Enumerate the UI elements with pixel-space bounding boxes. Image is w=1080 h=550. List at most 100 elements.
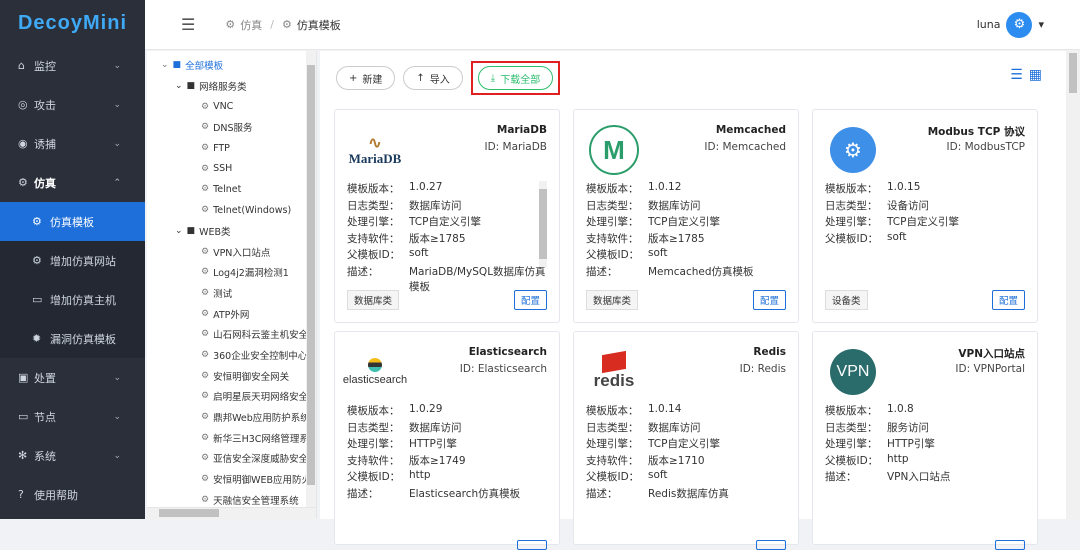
grid-view-icon[interactable]: ▦ — [1029, 67, 1042, 83]
tree-horizontal-scrollbar[interactable] — [147, 507, 316, 519]
briefcase-icon: ▣ — [18, 371, 29, 384]
template-card[interactable]: M Memcached ID: Memcached 模板版本： 1.0.12 日志类型： 数… — [573, 109, 799, 323]
template-card[interactable]: ⚙ Modbus TCP 协议 ID: ModbusTCP 模板版本： 1.0.15 日志… — [812, 109, 1038, 323]
field-value: 1.0.29 — [409, 403, 443, 415]
tree-leaf[interactable]: ⚙ DNS服务 — [147, 117, 316, 138]
tree-leaf[interactable]: ⚙ SSH — [147, 158, 316, 179]
sidebar: DecoyMini ⌂ 监控 ⌄ ◎ 攻击 ⌄ ◉ 诱捕 ⌄ ⚙ 仿真 ⌃ ⚙ 仿真模板 ⚙ 增加仿… — [0, 0, 145, 519]
tree-folder[interactable]: ⌄ ■ WEB类 — [147, 221, 316, 242]
modbus-logo: ⚙ — [825, 124, 881, 176]
card-field-engine: 处理引擎： TCP自定义引擎 — [825, 214, 1025, 231]
tree-leaf[interactable]: ⚙ FTP — [147, 138, 316, 159]
field-value: Elasticsearch仿真模板 — [409, 487, 521, 500]
config-button[interactable]: 配置 — [513, 290, 547, 310]
tree-leaf[interactable]: ⚙ 山石网科云鉴主机安全 — [147, 324, 316, 345]
config-button[interactable]: 配置 — [991, 290, 1025, 310]
sidebar-item-trap[interactable]: ◉ 诱捕 ⌄ — [0, 124, 145, 163]
field-value: TCP自定义引擎 — [648, 216, 720, 228]
chevron-down-icon: ⌄ — [113, 138, 121, 149]
view-switcher: ☰ ▦ — [1010, 67, 1042, 83]
field-value: Redis数据库仿真 — [648, 487, 729, 500]
tree-leaf[interactable]: ⚙ 360企业安全控制中心 — [147, 345, 316, 366]
sidebar-item-emulation[interactable]: ⚙ 仿真 ⌃ — [0, 163, 145, 202]
config-button[interactable]: 配置 — [752, 290, 786, 310]
card-field-software: 支持软件： 版本≥1710 — [586, 453, 786, 470]
field-label: 父模板ID： — [586, 471, 640, 483]
list-view-icon[interactable]: ☰ — [1010, 67, 1023, 83]
field-value: 1.0.15 — [887, 181, 921, 193]
tree-leaf[interactable]: ⚙ 启明星辰天玥网络安全 — [147, 386, 316, 407]
config-button[interactable] — [517, 540, 547, 550]
tree-leaf[interactable]: ⚙ 鼎邦Web应用防护系统 — [147, 407, 316, 428]
tree-leaf[interactable]: ⚙ Telnet — [147, 179, 316, 200]
template-card[interactable]: VPN VPN入口站点 ID: VPNPortal 模板版本： 1.0.8 日志类型： 服务… — [812, 331, 1038, 550]
card-field-software: 支持软件： 版本≥1749 — [347, 453, 547, 470]
template-card[interactable]: redis Redis ID: Redis 模板版本： 1.0.14 日志类型： 数据库访问… — [573, 331, 799, 550]
gear-icon: ⚙ — [32, 254, 42, 267]
tree-leaf[interactable]: ⚙ 新华三H3C网络管理系统 — [147, 427, 316, 448]
breadcrumb-current: 仿真模板 — [296, 18, 341, 32]
sidebar-subitem-add-host[interactable]: ▭ 增加仿真主机 — [0, 280, 145, 319]
main-vertical-scrollbar[interactable] — [1066, 51, 1080, 519]
card-details: 模板版本： 1.0.8 日志类型： 服务访问 处理引擎： HTTP引擎 父模板ID： http… — [825, 403, 1025, 486]
tree-label: SSH — [213, 163, 233, 175]
import-button[interactable]: ↑ 导入 — [403, 66, 463, 90]
redis-logo: redis — [586, 346, 642, 398]
home-icon: ⌂ — [18, 59, 25, 72]
menu-toggle-icon[interactable]: ☰ — [181, 15, 195, 34]
sidebar-item-label: 处置 — [34, 371, 56, 385]
tree-leaf[interactable]: ⚙ Log4j2漏洞检测1 — [147, 262, 316, 283]
sidebar-item-monitor[interactable]: ⌂ 监控 ⌄ — [0, 46, 145, 85]
tree-leaf[interactable]: ⚙ Telnet(Windows) — [147, 200, 316, 221]
sidebar-subitem-templates[interactable]: ⚙ 仿真模板 — [0, 202, 145, 241]
breadcrumb-item[interactable]: 仿真 — [240, 17, 262, 33]
memcached-logo: M — [586, 124, 642, 176]
scrollbar-thumb[interactable] — [159, 509, 219, 517]
sidebar-item-attack[interactable]: ◎ 攻击 ⌄ — [0, 85, 145, 124]
chevron-down-icon: ⌄ — [113, 99, 121, 110]
card-id: ID: VPNPortal — [955, 363, 1025, 375]
scrollbar-thumb[interactable] — [1069, 53, 1077, 93]
gear-icon: ⚙ — [201, 391, 210, 402]
config-button[interactable] — [756, 540, 786, 550]
tree-leaf[interactable]: ⚙ VPN入口站点 — [147, 241, 316, 262]
sidebar-item-help[interactable]: ? 使用帮助 — [0, 475, 145, 514]
field-value: soft — [648, 247, 668, 259]
sidebar-item-label: 监控 — [34, 59, 56, 73]
elasticsearch-logo: elasticsearch — [343, 346, 407, 398]
tree-root[interactable]: ⌄ ■ 全部模板 — [147, 55, 316, 76]
card-field-log_type: 日志类型： 数据库访问 — [347, 198, 547, 215]
scrollbar-thumb[interactable] — [539, 189, 547, 259]
card-scrollbar[interactable] — [539, 181, 547, 267]
sidebar-subitem-vuln-templates[interactable]: ✹ 漏洞仿真模板 — [0, 319, 145, 358]
download-all-button[interactable]: ⤓ 下载全部 — [477, 66, 554, 90]
card-field-parent: 父模板ID： soft — [825, 231, 1025, 248]
config-button[interactable] — [995, 540, 1025, 550]
user-menu[interactable]: luna ⚙ ▾ — [977, 11, 1044, 38]
tree-vertical-scrollbar[interactable] — [306, 51, 316, 507]
main-content: + 新建 ↑ 导入 ⤓ 下载全部 ☰ ▦ ∿ MariaDB MariaDB ID: Mar… — [320, 51, 1066, 550]
sidebar-subitem-add-site[interactable]: ⚙ 增加仿真网站 — [0, 241, 145, 280]
template-card[interactable]: ∿ MariaDB MariaDB ID: MariaDB 模板版本： 1.0.27 日志类… — [334, 109, 560, 323]
template-card[interactable]: elasticsearch Elasticsearch ID: Elasticsea… — [334, 331, 560, 550]
tree-leaf[interactable]: ⚙ 测试 — [147, 283, 316, 304]
sidebar-item-handling[interactable]: ▣ 处置 ⌄ — [0, 358, 145, 397]
card-title: Memcached — [715, 124, 786, 136]
field-label: 日志类型： — [347, 199, 400, 212]
tree-leaf[interactable]: ⚙ 亚信安全深度威胁安全 — [147, 448, 316, 469]
chevron-down-icon: ⌄ — [161, 60, 169, 71]
tree-leaf[interactable]: ⚙ 安恒明御WEB应用防火 — [147, 469, 316, 490]
sidebar-item-system[interactable]: ✻ 系统 ⌄ — [0, 436, 145, 475]
scrollbar-thumb[interactable] — [307, 65, 315, 485]
tree-leaf[interactable]: ⚙ VNC — [147, 96, 316, 117]
field-value: soft — [409, 247, 429, 259]
new-button[interactable]: + 新建 — [336, 66, 396, 90]
field-label: 日志类型： — [347, 421, 400, 434]
tree-folder[interactable]: ⌄ ■ 网络服务类 — [147, 76, 316, 97]
tree-leaf[interactable]: ⚙ 安恒明御安全网关 — [147, 365, 316, 386]
field-value: TCP自定义引擎 — [887, 216, 959, 228]
sidebar-item-nodes[interactable]: ▭ 节点 ⌄ — [0, 397, 145, 436]
tree-label: 山石网科云鉴主机安全 — [213, 330, 309, 342]
import-button-label: 导入 — [429, 74, 450, 86]
tree-leaf[interactable]: ⚙ ATP外网 — [147, 303, 316, 324]
